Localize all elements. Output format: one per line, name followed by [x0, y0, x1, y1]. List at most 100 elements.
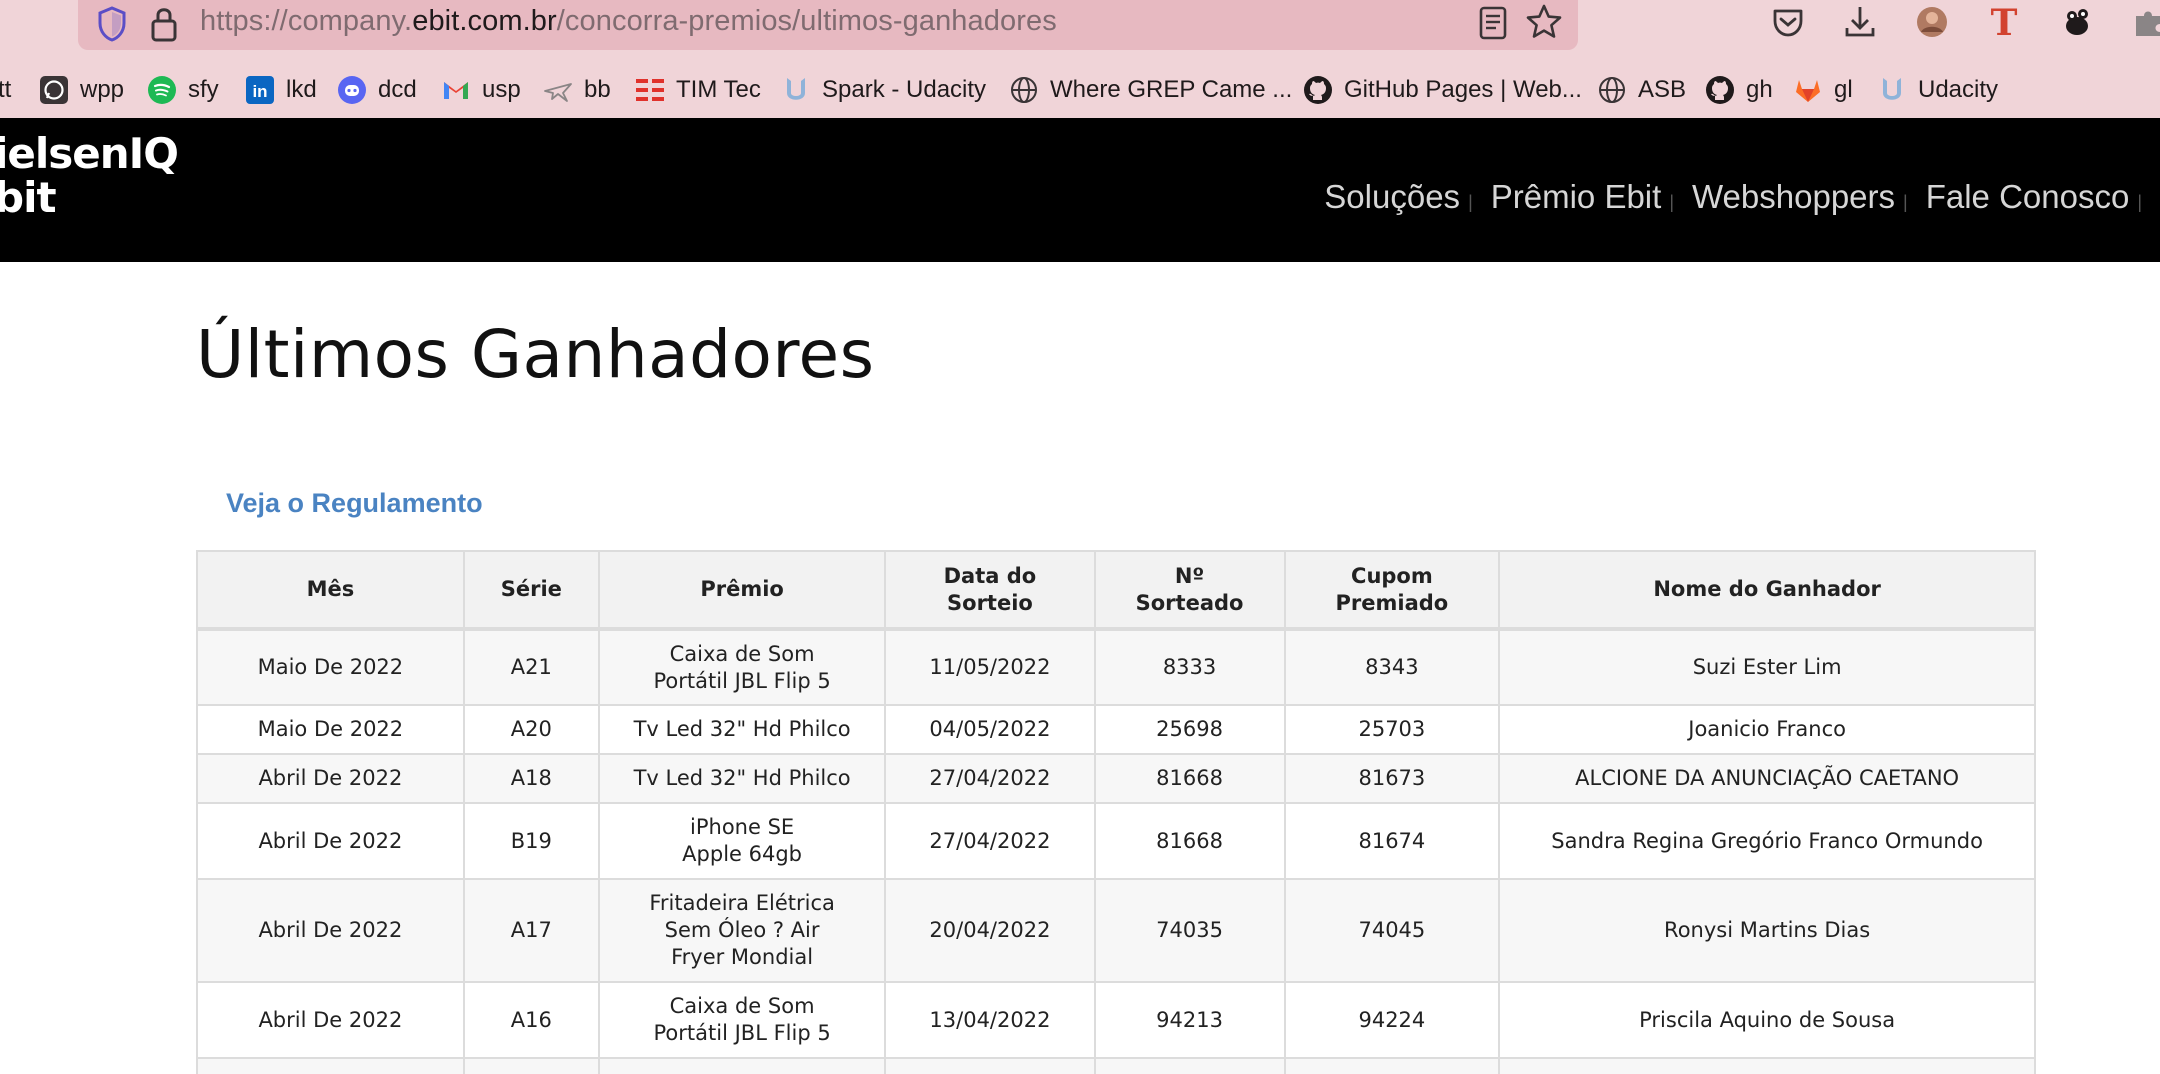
cell-mes: Abril De 2022 — [196, 878, 465, 983]
cell-serie: A20 — [462, 704, 600, 755]
cell-data: 27/04/2022 — [884, 753, 1096, 804]
downloads-icon[interactable] — [1840, 2, 1880, 42]
nielseniq-ebit-logo[interactable]: ielsenIQ bit — [0, 132, 179, 222]
regulamento-link[interactable]: Veja o Regulamento — [226, 488, 483, 519]
globe-icon — [1008, 74, 1040, 106]
cell-serie — [462, 1057, 600, 1074]
bookmark-item[interactable]: GitHub Pages | Web... — [1302, 68, 1582, 112]
extension-gimp-icon[interactable] — [2056, 2, 2096, 42]
pocket-icon[interactable] — [1768, 2, 1808, 42]
bookmark-star-icon[interactable] — [1524, 2, 1564, 42]
timtec-icon — [634, 74, 666, 106]
bookmark-item[interactable]: wpp — [38, 68, 124, 112]
cell-numero: 8333 — [1093, 628, 1286, 706]
address-bar[interactable]: https://company.ebit.com.br/concorra-pre… — [78, 0, 1578, 50]
cell-data: 04/05/2022 — [884, 704, 1096, 755]
column-header-serie: Série — [462, 550, 600, 631]
cell-numero — [1093, 1057, 1286, 1074]
extensions-puzzle-icon[interactable] — [2128, 2, 2160, 42]
cell-premio: Tv Led 32" Hd Philco — [597, 704, 887, 755]
column-header-cupom-premiado: Cupom Premiado — [1283, 550, 1501, 631]
account-avatar-icon[interactable] — [1912, 2, 1952, 42]
bookmark-label: gh — [1746, 76, 1773, 103]
cell-ganhador: ALCIONE DA ANUNCIAÇÃO CAETANO — [1498, 753, 2036, 804]
udacity-icon — [780, 74, 812, 106]
table-row: Abril De 2022 A16 Caixa de Som Portátil … — [196, 981, 2036, 1059]
cell-ganhador: Suzi Ester Lim — [1498, 628, 2036, 706]
cell-ganhador: Priscila Aquino de Sousa — [1498, 981, 2036, 1059]
bookmark-item[interactable]: usp — [440, 68, 521, 112]
nav-solucoes[interactable]: Soluções — [1324, 178, 1466, 216]
nav-separator: | — [1468, 191, 1473, 212]
cell-premio: Tv Led 32" Hd Philco — [597, 753, 887, 804]
nav-premio-ebit[interactable]: Prêmio Ebit — [1491, 178, 1668, 216]
cell-cupom: 74045 — [1283, 878, 1501, 983]
bookmark-label: lkd — [286, 76, 317, 103]
bookmark-item[interactable]: bb — [542, 68, 611, 112]
cell-numero: 25698 — [1093, 704, 1286, 755]
cell-cupom: 8343 — [1283, 628, 1501, 706]
bookmark-item[interactable]: in lkd — [244, 68, 317, 112]
cell-cupom: 81674 — [1283, 802, 1501, 880]
column-header-numero-sorteado: Nº Sorteado — [1093, 550, 1286, 631]
cell-premio: iPhone SE Apple 64gb — [597, 802, 887, 880]
bookmark-item[interactable]: dcd — [336, 68, 417, 112]
cell-ganhador: Joanicio Franco — [1498, 704, 2036, 755]
nav-webshoppers[interactable]: Webshoppers — [1692, 178, 1901, 216]
bookmark-label: TIM Tec — [676, 76, 761, 103]
bookmark-label: usp — [482, 76, 521, 103]
whatsapp-icon — [38, 74, 70, 106]
logo-line-2: bit — [0, 173, 57, 222]
bookmark-label: gl — [1834, 76, 1853, 103]
cell-cupom: 25703 — [1283, 704, 1501, 755]
cell-data: 20/04/2022 — [884, 878, 1096, 983]
extension-t-icon[interactable]: T — [1984, 2, 2024, 42]
bookmark-label: Where GREP Came ... — [1050, 76, 1293, 103]
nav-separator: | — [2137, 191, 2142, 212]
cell-mes: Maio De 2022 — [196, 628, 465, 706]
cell-serie: B19 — [462, 802, 600, 880]
cell-premio — [597, 1057, 887, 1074]
browser-chrome: https://company.ebit.com.br/concorra-pre… — [0, 0, 2160, 118]
nav-fale-conosco[interactable]: Fale Conosco — [1926, 178, 2136, 216]
cell-cupom: 81673 — [1283, 753, 1501, 804]
cell-mes: Maio De 2022 — [196, 704, 465, 755]
cell-numero: 81668 — [1093, 753, 1286, 804]
table-row: Abril De 2022 B19 iPhone SE Apple 64gb 2… — [196, 802, 2036, 880]
cell-mes: Abril De 2022 — [196, 981, 465, 1059]
cell-mes — [196, 1057, 465, 1074]
bookmark-item[interactable]: Udacity — [1876, 68, 1998, 112]
cell-numero: 74035 — [1093, 878, 1286, 983]
cell-numero: 94213 — [1093, 981, 1286, 1059]
bookmark-item[interactable]: gl — [1792, 68, 1853, 112]
bookmark-label: sfy — [188, 76, 219, 103]
table-header-row: Mês Série Prêmio Data do Sorteio Nº Sort… — [196, 550, 2036, 631]
cell-data — [884, 1057, 1096, 1074]
bookmark-item[interactable]: TIM Tec — [634, 68, 761, 112]
github-icon — [1704, 74, 1736, 106]
udacity-icon — [1876, 74, 1908, 106]
bookmark-item[interactable]: Where GREP Came ... — [1008, 68, 1292, 112]
page-title: Últimos Ganhadores — [196, 316, 875, 393]
globe-icon — [1596, 74, 1628, 106]
column-header-nome-ganhador: Nome do Ganhador — [1498, 550, 2036, 631]
bookmark-item[interactable]: tt — [0, 68, 11, 112]
spotify-icon — [146, 74, 178, 106]
url-text[interactable]: https://company.ebit.com.br/concorra-pre… — [200, 5, 1057, 38]
cell-serie: A18 — [462, 753, 600, 804]
bookmark-label: GitHub Pages | Web... — [1344, 76, 1582, 103]
cell-data: 11/05/2022 — [884, 628, 1096, 706]
bookmark-item[interactable]: Spark - Udacity — [780, 68, 986, 112]
cell-mes: Abril De 2022 — [196, 753, 465, 804]
lock-icon[interactable] — [148, 4, 180, 44]
url-path: /concorra-premios/ultimos-ganhadores — [556, 5, 1057, 37]
bookmark-item[interactable]: sfy — [146, 68, 219, 112]
tracking-protection-shield-icon[interactable] — [96, 5, 128, 43]
bookmark-label: ASB — [1638, 76, 1687, 103]
reader-view-icon[interactable] — [1476, 4, 1510, 42]
bookmark-item[interactable]: gh — [1704, 68, 1773, 112]
bookmark-item[interactable]: ASB — [1596, 68, 1686, 112]
cell-serie: A16 — [462, 981, 600, 1059]
bookmark-label: dcd — [378, 76, 417, 103]
cell-serie: A17 — [462, 878, 600, 983]
